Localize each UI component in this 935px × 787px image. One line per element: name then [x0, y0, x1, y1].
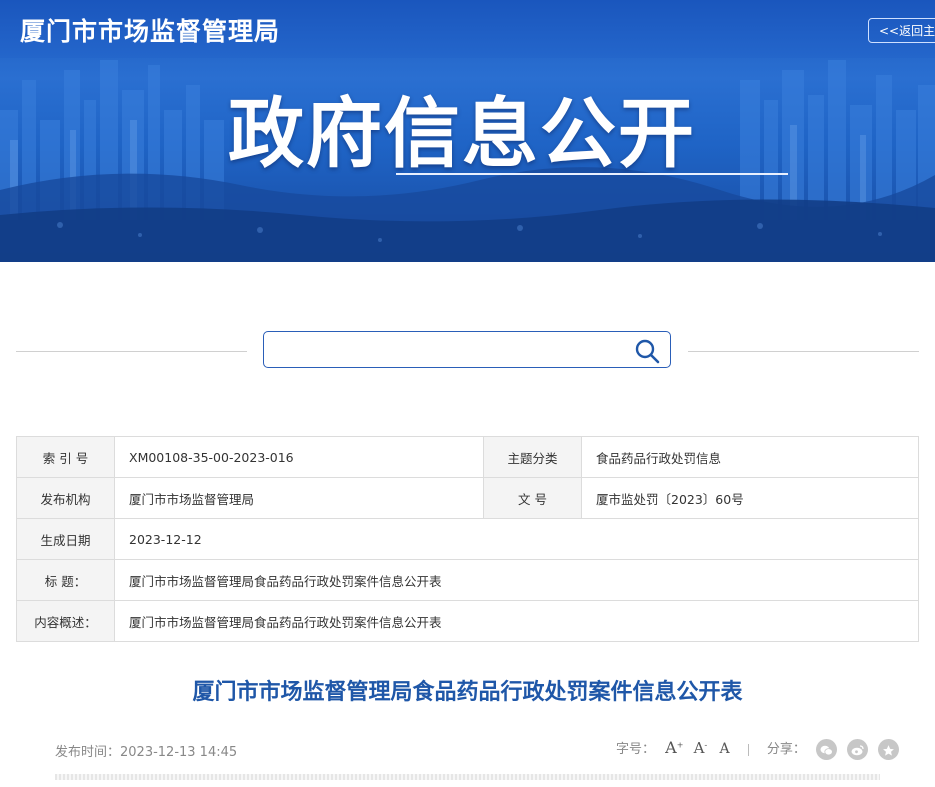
- created-date-label: 生成日期: [17, 519, 115, 560]
- font-size-large-button[interactable]: A: [665, 738, 677, 757]
- category-value: 食品药品行政处罚信息: [582, 437, 919, 478]
- table-row: 索 引 号 XM00108-35-00-2023-016 主题分类 食品药品行政…: [17, 437, 919, 478]
- publisher-value: 厦门市市场监督管理局: [115, 478, 484, 519]
- document-meta-table: 索 引 号 XM00108-35-00-2023-016 主题分类 食品药品行政…: [16, 436, 919, 642]
- table-row: 标 题： 厦门市市场监督管理局食品药品行政处罚案件信息公开表: [17, 560, 919, 601]
- table-row: 内容概述： 厦门市市场监督管理局食品药品行政处罚案件信息公开表: [17, 601, 919, 642]
- summary-value: 厦门市市场监督管理局食品药品行政处罚案件信息公开表: [115, 601, 919, 642]
- tools-separator: [748, 744, 749, 756]
- publish-time: 发布时间：2023-12-13 14:45: [55, 741, 237, 760]
- search-input[interactable]: [272, 338, 626, 364]
- table-row: 发布机构 厦门市市场监督管理局 文 号 厦市监处罚〔2023〕60号: [17, 478, 919, 519]
- document-number-value: 厦市监处罚〔2023〕60号: [582, 478, 919, 519]
- article-tools: 字号： A+ A- A 分享：: [616, 738, 899, 760]
- banner-title-underline: [396, 173, 788, 175]
- search-divider-right: [688, 351, 919, 352]
- title-label: 标 题：: [17, 560, 115, 601]
- wechat-icon[interactable]: [816, 739, 837, 760]
- category-label: 主题分类: [484, 437, 582, 478]
- font-size-small-button[interactable]: A: [719, 741, 729, 757]
- font-size-medium-button[interactable]: A: [694, 739, 705, 757]
- article-divider: [55, 774, 880, 780]
- search-icon[interactable]: [634, 338, 660, 364]
- summary-label: 内容概述：: [17, 601, 115, 642]
- weibo-icon[interactable]: [847, 739, 868, 760]
- favorite-icon[interactable]: [878, 739, 899, 760]
- publisher-label: 发布机构: [17, 478, 115, 519]
- font-size-label: 字号：: [616, 742, 655, 757]
- document-number-label: 文 号: [484, 478, 582, 519]
- share-label: 分享：: [767, 742, 806, 757]
- search-box: [263, 331, 671, 368]
- article-title: 厦门市市场监督管理局食品药品行政处罚案件信息公开表: [0, 674, 935, 706]
- search-divider-left: [16, 351, 247, 352]
- back-to-main-site-button[interactable]: <<返回主站: [868, 18, 935, 43]
- index-number-label: 索 引 号: [17, 437, 115, 478]
- table-row: 生成日期 2023-12-12: [17, 519, 919, 560]
- banner-title: 政府信息公开: [228, 72, 696, 182]
- index-number-value: XM00108-35-00-2023-016: [115, 437, 484, 478]
- header-banner: 厦门市市场监督管理局 <<返回主站 政府信息公开: [0, 0, 935, 262]
- site-title[interactable]: 厦门市市场监督管理局: [20, 12, 280, 48]
- title-value: 厦门市市场监督管理局食品药品行政处罚案件信息公开表: [115, 560, 919, 601]
- created-date-value: 2023-12-12: [115, 519, 919, 560]
